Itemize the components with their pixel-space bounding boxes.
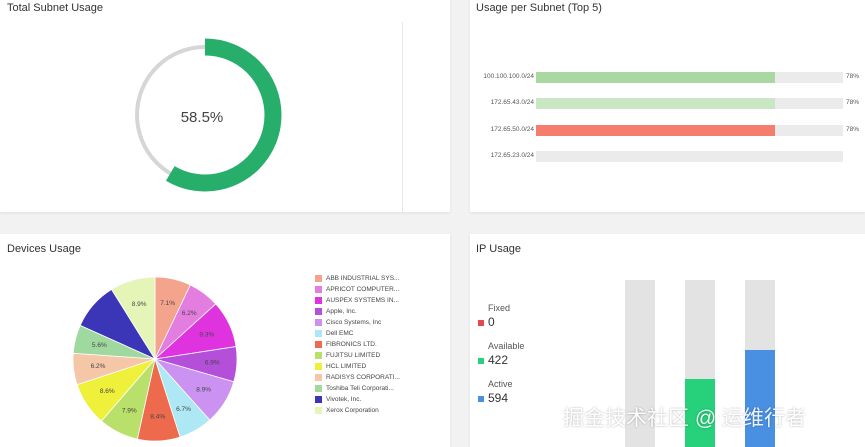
legend-swatch (315, 297, 322, 304)
pie-slice-label: 9.3% (199, 331, 214, 338)
legend-label: AUSPEX SYSTEMS IN... (326, 297, 399, 304)
subnet-row[interactable]: 172.65.50.0/24 78% (470, 125, 865, 137)
subnet-bar-fill (536, 98, 776, 109)
subnet-row[interactable]: 172.65.43.0/24 78% (470, 98, 865, 110)
legend-swatch (315, 363, 322, 370)
subnet-label: 172.65.50.0/24 (490, 126, 534, 133)
status-dot (478, 358, 484, 364)
pie-slice-label: 6.2% (182, 310, 197, 317)
pie-slice-label: 6.9% (205, 360, 220, 367)
pie-slice-label: 6.7% (176, 406, 191, 413)
legend-label: FIBRONICS LTD. (326, 341, 377, 348)
legend-label: Toshiba Teli Corporati... (326, 385, 394, 392)
legend-swatch (315, 385, 322, 392)
pie-slice-label: 5.6% (92, 342, 107, 349)
subnet-row[interactable]: 100.100.100.0/24 78% (470, 72, 865, 84)
subnet-label: 172.65.23.0/24 (490, 152, 534, 159)
legend-label: APRICOT COMPUTER... (326, 286, 400, 293)
legend-label: HCL LIMITED (326, 363, 367, 370)
ip-stat-label: Available (488, 341, 525, 351)
legend-label: Cisco Systems, Inc (326, 319, 382, 326)
card-title: IP Usage (476, 243, 522, 255)
subnet-label: 172.65.43.0/24 (490, 99, 534, 106)
subnet-row[interactable]: 172.65.23.0/24 (470, 151, 865, 163)
pie-slice-label: 8.6% (100, 388, 115, 395)
total-subnet-usage-card: Total Subnet Usage 58.5% (0, 0, 450, 212)
subnet-percent: 78% (846, 126, 860, 133)
ip-stat-label: Active (488, 379, 513, 389)
card-title: Devices Usage (7, 243, 81, 255)
pie-slice-label: 8.9% (132, 301, 147, 308)
pie-slice-label: 7.1% (160, 300, 175, 307)
pie-slice-label: 6.2% (91, 363, 106, 370)
subnet-percent: 78% (846, 99, 860, 106)
card-title: Total Subnet Usage (7, 2, 104, 14)
legend-swatch (315, 341, 322, 348)
status-dot (478, 320, 484, 326)
subnet-bar-track (536, 125, 843, 136)
legend-swatch (315, 286, 322, 293)
legend-label: FUJITSU LIMITED (326, 352, 381, 359)
subnet-percent: 78% (846, 73, 860, 80)
status-dot (478, 396, 484, 402)
ip-bar-fill (745, 350, 775, 447)
subnet-bar-track (536, 72, 843, 83)
usage-gauge: 58.5% (128, 38, 282, 192)
legend-swatch (315, 352, 322, 359)
subnet-bar-fill (536, 72, 776, 83)
pie-slice-label: 8.4% (150, 413, 165, 420)
subnet-label: 100.100.100.0/24 (483, 73, 534, 80)
card-title: Usage per Subnet (Top 5) (476, 2, 602, 14)
legend-swatch (315, 308, 322, 315)
ip-stat-value: 594 (488, 391, 509, 405)
legend-label: ABB INDUSTRIAL SYS... (326, 275, 400, 282)
legend-swatch (315, 396, 322, 403)
legend-swatch (315, 330, 322, 337)
panel-divider (402, 22, 403, 212)
legend-label: Apple, Inc. (326, 308, 357, 315)
legend-swatch (315, 374, 322, 381)
legend-swatch (315, 275, 322, 282)
legend-label: Xerox Corporation (326, 407, 379, 414)
subnet-bar-fill (536, 125, 776, 136)
watermark: 掘金技术社区 @ 运维行者 (563, 407, 806, 430)
legend-label: Dell EMC (326, 330, 354, 337)
legend-label: RADISYS CORPORATI... (326, 374, 400, 381)
ip-stat-value: 422 (488, 353, 509, 367)
ip-stat-label: Fixed (488, 303, 511, 313)
usage-per-subnet-card: Usage per Subnet (Top 5) 100.100.100.0/2… (470, 0, 865, 212)
legend-swatch (315, 319, 322, 326)
legend-swatch (315, 407, 322, 414)
gauge-value: 58.5% (181, 109, 224, 126)
pie-slice-label: 7.9% (122, 407, 137, 414)
subnet-bar-track (536, 98, 843, 109)
pie-slice-label: 8.9% (196, 387, 211, 394)
legend-label: Vivotek, Inc. (326, 396, 362, 403)
ip-stat-value: 0 (488, 315, 495, 329)
subnet-bar-track (536, 151, 843, 162)
devices-pie-chart: 7.1% 6.2% 9.3% 6.9% 8.9% 6.7% 8.4% 7.9% 8.6% 6.2%… (72, 276, 238, 442)
devices-usage-card: Devices Usage 7.1% 6.2% 9.3% 6.9% 8.9% 6.7% 8.… (0, 234, 450, 447)
